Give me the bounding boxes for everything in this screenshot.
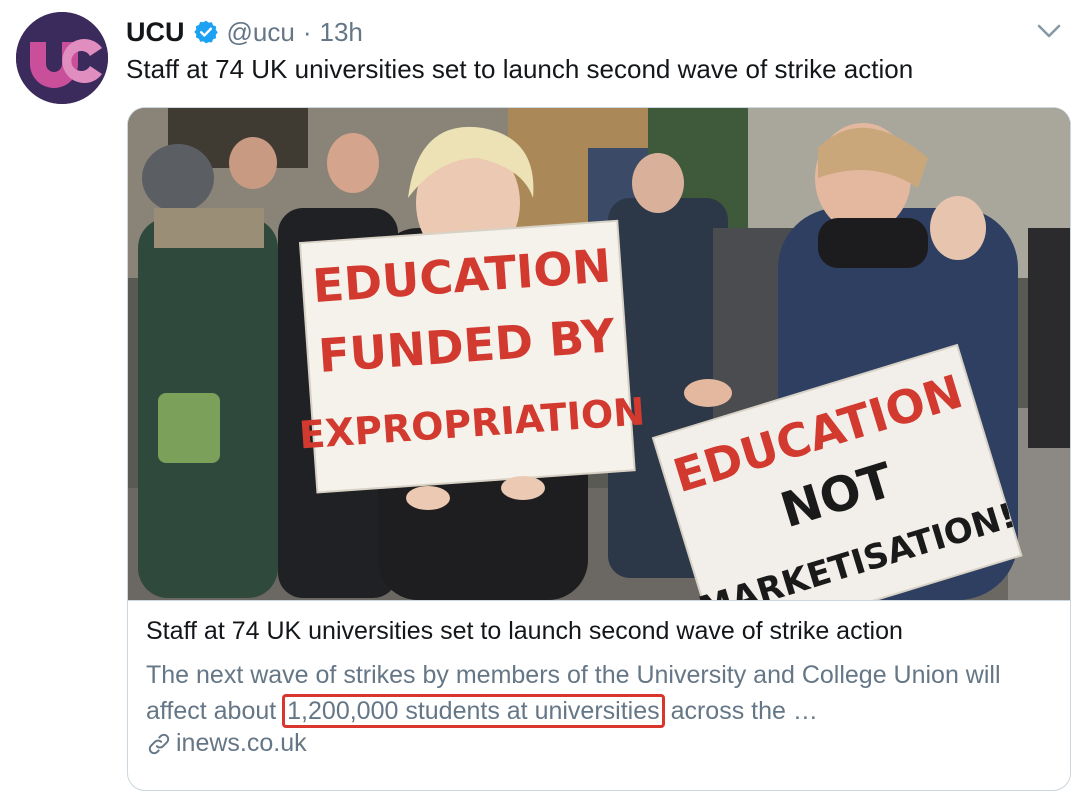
verified-badge-icon	[193, 19, 219, 45]
separator-dot: ·	[302, 16, 312, 47]
tweet[interactable]: UCU @ucu · 13h Staff at 74 UK universiti…	[0, 0, 1080, 800]
card-title: Staff at 74 UK universities set to launc…	[146, 617, 903, 645]
author-display-name[interactable]: UCU	[126, 17, 185, 48]
card-domain-text: inews.co.uk	[176, 729, 307, 757]
ucu-logo	[16, 12, 108, 104]
avatar[interactable]	[16, 12, 108, 104]
tweet-timestamp[interactable]: 13h	[320, 17, 363, 48]
card-domain[interactable]: inews.co.uk	[146, 729, 307, 758]
author-handle[interactable]: @ucu	[227, 17, 295, 48]
highlighted-student-count: 1,200,000 students at universities	[282, 694, 665, 728]
link-preview-card[interactable]: EDUCATION FUNDED BY EXPROPRIATION EDUCAT…	[127, 107, 1071, 791]
card-description: The next wave of strikes by members of t…	[146, 657, 1056, 729]
link-icon	[146, 731, 172, 757]
chevron-down-icon[interactable]	[1036, 20, 1062, 42]
tweet-text: Staff at 74 UK universities set to launc…	[126, 54, 914, 84]
card-image: EDUCATION FUNDED BY EXPROPRIATION EDUCAT…	[128, 108, 1070, 600]
tweet-header: UCU @ucu · 13h	[126, 14, 363, 50]
card-body: Staff at 74 UK universities set to launc…	[128, 600, 1070, 790]
card-description-end: across the …	[663, 697, 818, 725]
